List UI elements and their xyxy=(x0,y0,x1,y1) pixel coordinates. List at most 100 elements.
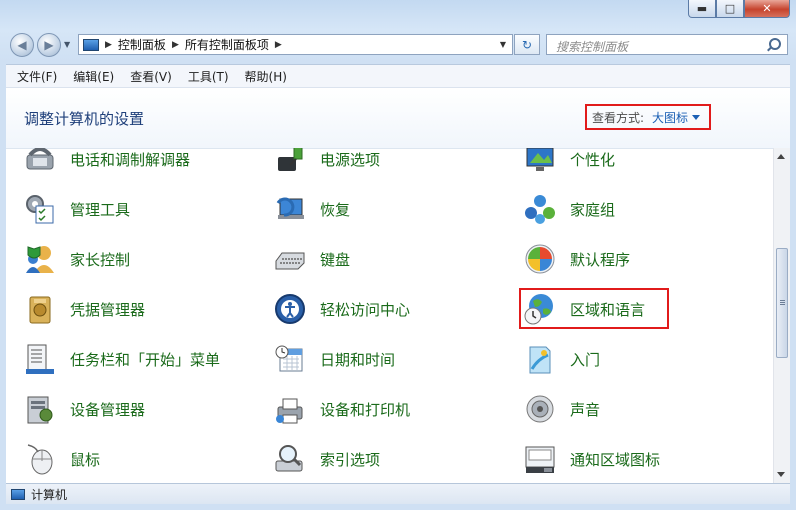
menu-view[interactable]: 查看(V) xyxy=(125,68,177,85)
grip-icon xyxy=(780,300,785,301)
maximize-button[interactable]: □ xyxy=(716,0,744,18)
menu-bar: 文件(F) 编辑(E) 查看(V) 工具(T) 帮助(H) xyxy=(6,64,790,87)
device-manager-icon xyxy=(24,393,56,425)
address-dropdown-icon[interactable]: ▼ xyxy=(500,40,506,49)
status-bar: 计算机 xyxy=(6,483,790,504)
highlight-box-region-language xyxy=(519,288,669,329)
item-label: 索引选项 xyxy=(320,450,381,469)
item-taskbar-start-menu[interactable]: 任务栏和「开始」菜单 xyxy=(24,343,220,375)
notification-area-icons-icon xyxy=(524,443,556,475)
recent-pages-dropdown[interactable]: ▼ xyxy=(64,40,74,50)
menu-edit[interactable]: 编辑(E) xyxy=(68,68,119,85)
item-label: 通知区域图标 xyxy=(570,450,661,469)
breadcrumb-separator[interactable]: ▶ xyxy=(275,40,282,50)
view-by-selector[interactable]: 查看方式: 大图标 xyxy=(585,104,711,130)
item-label: 默认程序 xyxy=(570,250,631,269)
scrollbar-thumb[interactable] xyxy=(776,248,788,358)
forward-button[interactable]: ▶ xyxy=(37,33,61,57)
item-label: 凭据管理器 xyxy=(70,300,146,319)
control-panel-window: ▬ □ ✕ ◀ ▶ ▼ ▶ 控制面板 ▶ 所有控制面板项 ▶ ▼ ↻ 搜索控制面… xyxy=(0,0,796,510)
content-pane: 调整计算机的设置 查看方式: 大图标 电话和调制解调器 电源选项 个性化 管理工… xyxy=(6,87,790,483)
ease-of-access-icon xyxy=(274,293,306,325)
default-programs-icon xyxy=(524,243,556,275)
item-indexing-options[interactable]: 索引选项 xyxy=(274,443,380,475)
breadcrumb-separator[interactable]: ▶ xyxy=(105,40,112,50)
item-label: 鼠标 xyxy=(70,450,101,469)
item-credential-manager[interactable]: 凭据管理器 xyxy=(24,293,145,325)
item-power-options[interactable]: 电源选项 xyxy=(274,148,380,175)
item-label: 任务栏和「开始」菜单 xyxy=(70,350,221,369)
item-label: 轻松访问中心 xyxy=(320,300,411,319)
item-label: 恢复 xyxy=(320,200,351,219)
item-recovery[interactable]: 恢复 xyxy=(274,193,350,225)
scroll-down-icon[interactable] xyxy=(777,472,785,477)
view-by-value[interactable]: 大图标 xyxy=(652,109,688,126)
scroll-up-icon[interactable] xyxy=(777,154,785,159)
item-devices-printers[interactable]: 设备和打印机 xyxy=(274,393,410,425)
search-placeholder: 搜索控制面板 xyxy=(556,40,629,54)
date-time-icon xyxy=(274,343,306,375)
devices-printers-icon xyxy=(274,393,306,425)
item-label: 入门 xyxy=(570,350,601,369)
item-default-programs[interactable]: 默认程序 xyxy=(524,243,630,275)
item-mouse[interactable]: 鼠标 xyxy=(24,443,100,475)
control-panel-icon xyxy=(83,38,99,51)
item-label: 电话和调制解调器 xyxy=(70,150,191,169)
caption-buttons: ▬ □ ✕ xyxy=(688,0,790,20)
item-notification-area-icons[interactable]: 通知区域图标 xyxy=(524,443,660,475)
item-parental-controls[interactable]: 家长控制 xyxy=(24,243,130,275)
parental-controls-icon xyxy=(24,243,56,275)
item-ease-of-access[interactable]: 轻松访问中心 xyxy=(274,293,410,325)
item-label: 管理工具 xyxy=(70,200,131,219)
item-personalization[interactable]: 个性化 xyxy=(524,148,615,175)
breadcrumb-all-items[interactable]: 所有控制面板项 xyxy=(185,36,269,53)
menu-tools[interactable]: 工具(T) xyxy=(183,68,234,85)
content-header: 调整计算机的设置 查看方式: 大图标 xyxy=(6,88,790,149)
item-sound[interactable]: 声音 xyxy=(524,393,600,425)
personalization-icon xyxy=(524,148,556,175)
phone-modem-icon xyxy=(24,148,56,175)
item-label: 家长控制 xyxy=(70,250,131,269)
item-label: 设备管理器 xyxy=(70,400,146,419)
breadcrumb-control-panel[interactable]: 控制面板 xyxy=(118,36,166,53)
view-by-label: 查看方式: xyxy=(592,110,645,125)
vertical-scrollbar[interactable] xyxy=(773,148,790,483)
item-device-manager[interactable]: 设备管理器 xyxy=(24,393,145,425)
mouse-icon xyxy=(24,443,56,475)
item-label: 电源选项 xyxy=(320,150,381,169)
credential-manager-icon xyxy=(24,293,56,325)
item-admin-tools[interactable]: 管理工具 xyxy=(24,193,130,225)
item-label: 设备和打印机 xyxy=(320,400,411,419)
item-homegroup[interactable]: 家庭组 xyxy=(524,193,615,225)
item-label: 声音 xyxy=(570,400,601,419)
item-keyboard[interactable]: 键盘 xyxy=(274,243,350,275)
address-bar[interactable]: ▶ 控制面板 ▶ 所有控制面板项 ▶ ▼ xyxy=(78,34,513,55)
page-title: 调整计算机的设置 xyxy=(24,110,145,128)
close-button[interactable]: ✕ xyxy=(744,0,790,18)
computer-icon xyxy=(11,488,25,500)
chevron-down-icon[interactable] xyxy=(692,114,701,120)
keyboard-icon xyxy=(274,243,306,275)
control-panel-items: 电话和调制解调器 电源选项 个性化 管理工具 恢复 家庭组 家长控制 键盘 默认… xyxy=(6,148,773,483)
sound-icon xyxy=(524,393,556,425)
item-date-time[interactable]: 日期和时间 xyxy=(274,343,395,375)
item-getting-started[interactable]: 入门 xyxy=(524,343,600,375)
breadcrumb-separator[interactable]: ▶ xyxy=(172,40,179,50)
item-label: 键盘 xyxy=(320,250,351,269)
getting-started-icon xyxy=(524,343,556,375)
back-button[interactable]: ◀ xyxy=(10,33,34,57)
item-label: 个性化 xyxy=(570,150,616,169)
search-input[interactable]: 搜索控制面板 xyxy=(546,34,788,55)
menu-file[interactable]: 文件(F) xyxy=(12,68,62,85)
recovery-icon xyxy=(274,193,306,225)
taskbar-start-menu-icon xyxy=(24,343,56,375)
menu-help[interactable]: 帮助(H) xyxy=(240,68,292,85)
minimize-button[interactable]: ▬ xyxy=(688,0,716,18)
admin-tools-icon xyxy=(24,193,56,225)
item-phone-modem[interactable]: 电话和调制解调器 xyxy=(24,148,190,175)
status-text: 计算机 xyxy=(31,487,68,502)
refresh-button[interactable]: ↻ xyxy=(514,34,540,55)
item-label: 日期和时间 xyxy=(320,350,396,369)
search-icon[interactable] xyxy=(769,38,781,50)
indexing-options-icon xyxy=(274,443,306,475)
